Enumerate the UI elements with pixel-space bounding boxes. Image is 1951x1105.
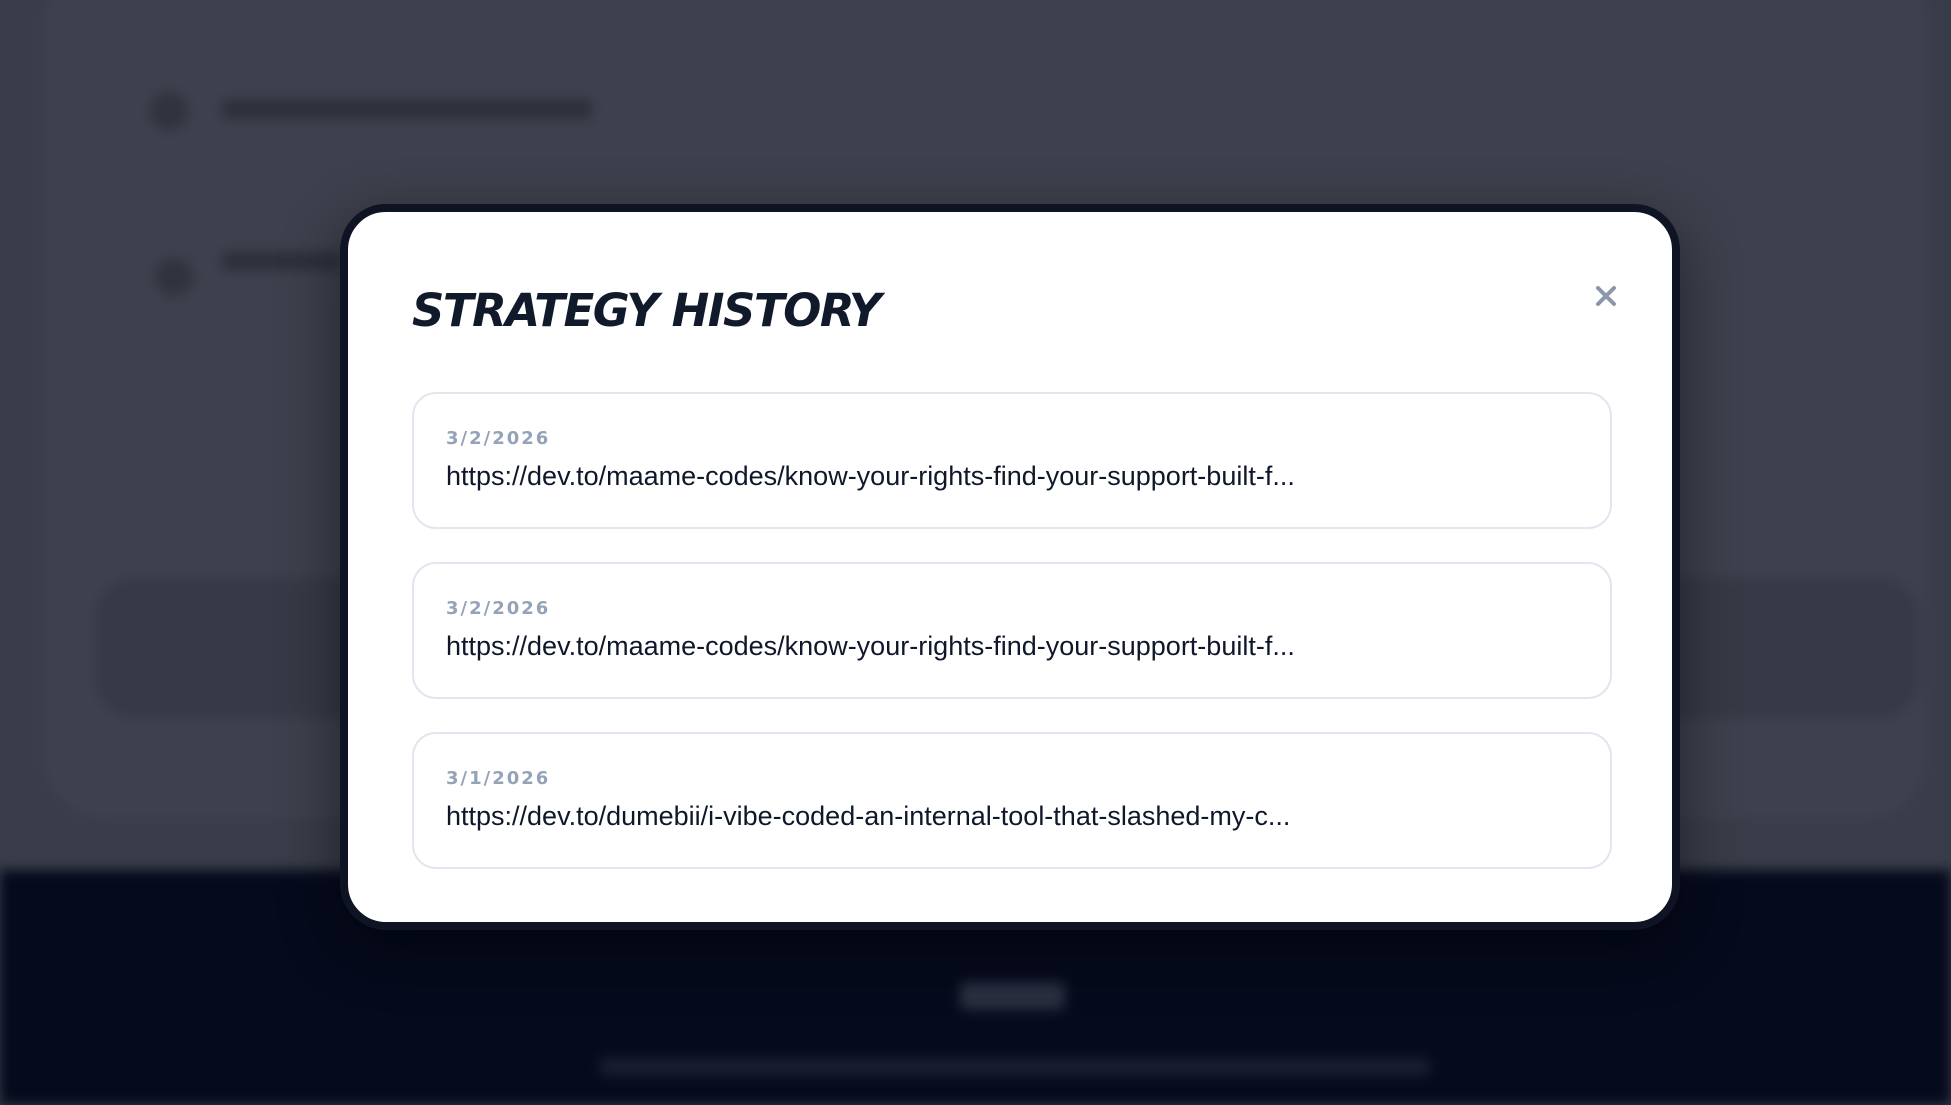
close-button[interactable] [1588, 278, 1624, 314]
history-item[interactable]: 3/2/2026 https://dev.to/maame-codes/know… [412, 562, 1612, 699]
modal-title: STRATEGY HISTORY [412, 284, 881, 337]
history-item-url: https://dev.to/maame-codes/know-your-rig… [446, 461, 1295, 491]
history-list: 3/2/2026 https://dev.to/maame-codes/know… [412, 392, 1612, 902]
history-item-url: https://dev.to/maame-codes/know-your-rig… [446, 631, 1295, 661]
background-footer-text [600, 1058, 1430, 1076]
background-row-icon [155, 258, 193, 296]
history-item[interactable]: 3/2/2026 https://dev.to/maame-codes/know… [412, 392, 1612, 529]
close-icon [1596, 286, 1616, 306]
history-item-date: 3/2/2026 [446, 598, 551, 619]
background-row-text [222, 252, 342, 270]
background-footer-logo [960, 982, 1065, 1010]
background-row-text [222, 100, 592, 118]
history-item-date: 3/1/2026 [446, 768, 551, 789]
background-row-icon [150, 92, 188, 130]
history-item[interactable]: 3/1/2026 https://dev.to/dumebii/i-vibe-c… [412, 732, 1612, 869]
strategy-history-modal: STRATEGY HISTORY 3/2/2026 https://dev.to… [340, 204, 1680, 930]
history-item-url: https://dev.to/dumebii/i-vibe-coded-an-i… [446, 801, 1291, 831]
history-item-date: 3/2/2026 [446, 428, 551, 449]
